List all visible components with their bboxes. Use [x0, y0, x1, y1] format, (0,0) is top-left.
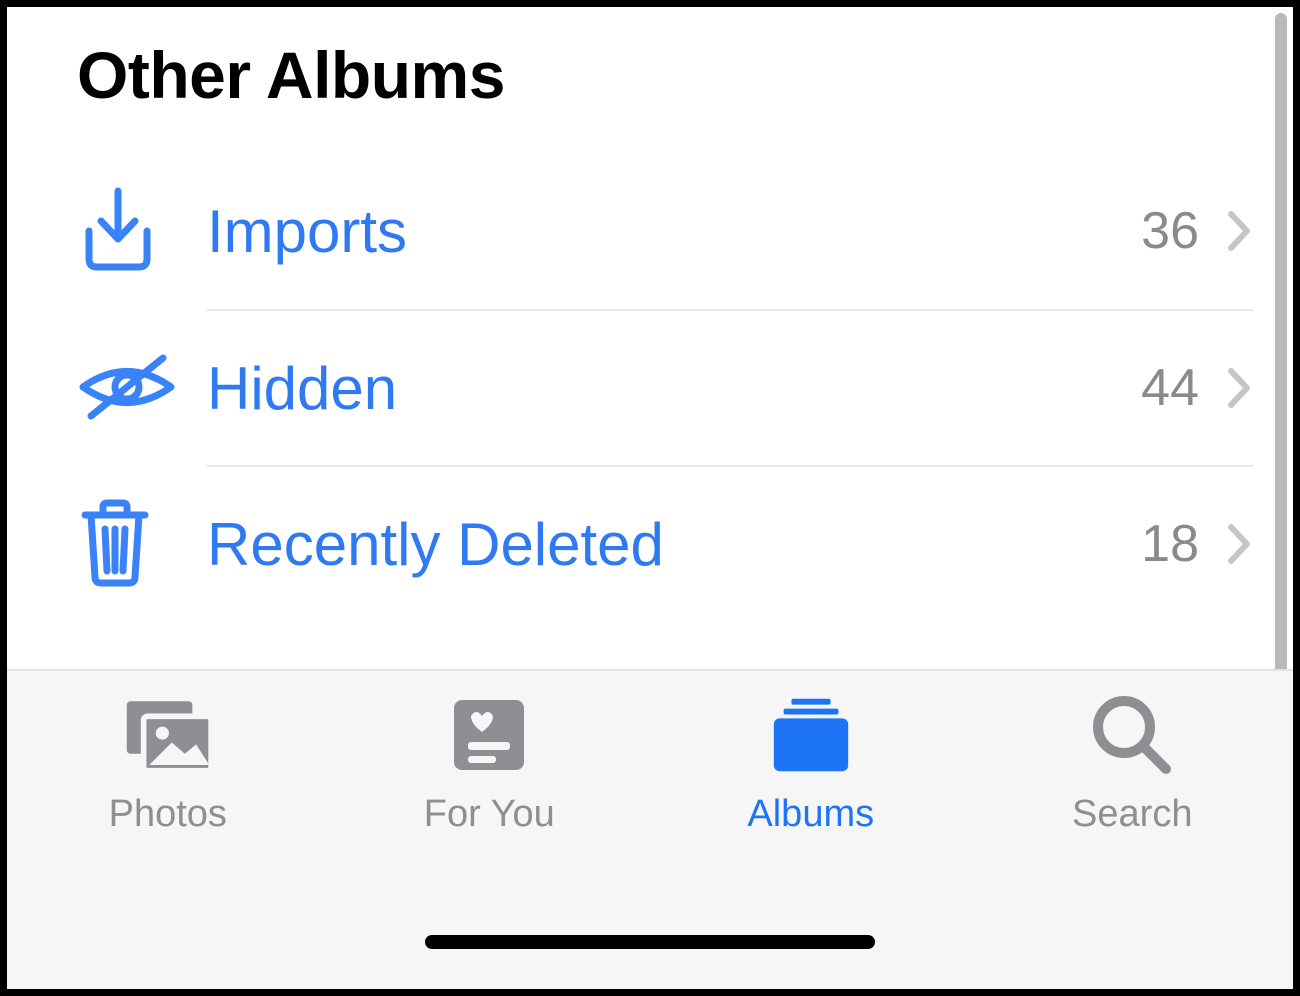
hidden-icon [77, 352, 207, 422]
chevron-right-icon [1225, 208, 1253, 254]
albums-icon [766, 695, 856, 775]
album-row-hidden[interactable]: Hidden 44 [77, 309, 1293, 465]
tab-label: Albums [747, 793, 874, 836]
album-count: 18 [1141, 514, 1199, 574]
row-body: Imports 36 [207, 153, 1253, 309]
album-label: Recently Deleted [207, 510, 1141, 579]
home-indicator[interactable] [425, 935, 875, 949]
tab-label: For You [424, 793, 555, 836]
chevron-right-icon [1225, 365, 1253, 411]
import-icon [77, 187, 207, 275]
photos-icon [123, 695, 213, 775]
tab-photos[interactable]: Photos [7, 695, 329, 836]
section-title: Other Albums [7, 27, 1293, 153]
row-body: Recently Deleted 18 [207, 465, 1253, 621]
content-area: Other Albums Imports 36 [7, 7, 1293, 669]
album-count: 44 [1141, 358, 1199, 418]
album-label: Imports [207, 197, 1141, 266]
tab-label: Photos [109, 793, 227, 836]
chevron-right-icon [1225, 521, 1253, 567]
tab-search[interactable]: Search [972, 695, 1294, 836]
album-count: 36 [1141, 201, 1199, 261]
tab-for-you[interactable]: For You [329, 695, 651, 836]
album-label: Hidden [207, 354, 1141, 423]
scrollbar[interactable] [1275, 13, 1287, 681]
for-you-icon [444, 695, 534, 775]
search-icon [1087, 695, 1177, 775]
tab-label: Search [1072, 793, 1192, 836]
other-albums-list: Imports 36 Hidden [7, 153, 1293, 621]
photos-app-screen: Other Albums Imports 36 [0, 0, 1300, 996]
album-row-recently-deleted[interactable]: Recently Deleted 18 [77, 465, 1293, 621]
tab-albums[interactable]: Albums [650, 695, 972, 836]
album-row-imports[interactable]: Imports 36 [77, 153, 1293, 309]
row-body: Hidden 44 [207, 309, 1253, 465]
trash-icon [77, 497, 207, 589]
